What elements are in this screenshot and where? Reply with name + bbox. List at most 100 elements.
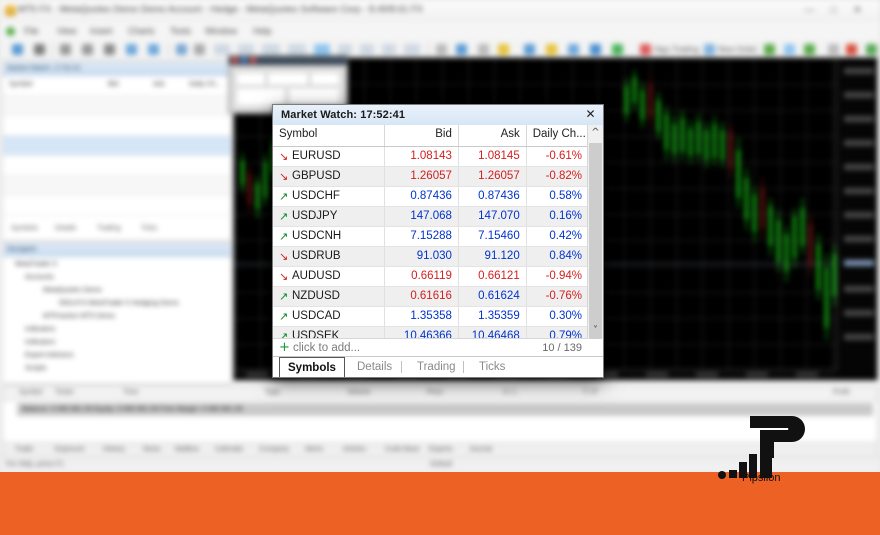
menu-item-insert[interactable]: Insert xyxy=(90,26,113,36)
toolbar-alerts-icon[interactable] xyxy=(846,44,857,55)
click-to-add-row[interactable]: + click to add... 10 / 139 xyxy=(273,338,588,357)
toolbar-new-order-label[interactable]: New Order xyxy=(718,45,757,54)
ghost-table-row[interactable] xyxy=(3,196,231,216)
terminal-tab-news[interactable]: News xyxy=(143,446,161,453)
navigator-item-metatrader5[interactable]: MetaTrader 5 xyxy=(15,261,57,268)
navigator-item-indicators-2[interactable]: Indicators xyxy=(25,339,55,346)
window-maximize-button[interactable]: □ xyxy=(827,4,840,17)
toolbar-crosshair-icon[interactable] xyxy=(478,44,489,55)
ghost-tab-ticks[interactable]: Ticks xyxy=(141,225,157,232)
terminal-tab-exposure[interactable]: Exposure xyxy=(55,446,85,453)
tab-ticks[interactable]: Ticks xyxy=(471,357,513,377)
terminal-tab-trade[interactable]: Trade xyxy=(15,446,33,453)
dialog-icon-blue[interactable] xyxy=(241,57,247,63)
terminal-tab-journal[interactable]: Journal xyxy=(469,446,492,453)
table-row[interactable]: ↗ NZDUSD 0.61616 0.61624 -0.76% xyxy=(273,287,588,307)
ghost-market-watch-panel[interactable]: Market Watch: 17:52:41 Symbol Bid Ask Da… xyxy=(2,61,232,241)
tab-trading[interactable]: Trading xyxy=(409,357,464,377)
window-minimize-button[interactable]: — xyxy=(803,4,816,17)
column-header-bid[interactable]: Bid xyxy=(385,125,459,146)
scrollbar-thumb[interactable] xyxy=(589,143,602,339)
toolbar-algo-trading-label[interactable]: Algo Trading xyxy=(654,45,699,54)
window-close-button[interactable]: ✕ xyxy=(851,4,864,17)
toolbar-period-d1[interactable] xyxy=(360,44,374,55)
navigator-item-mtpractice[interactable]: MTPractice MT5 Demo xyxy=(43,313,115,320)
toolbar-line-chart-icon[interactable] xyxy=(104,44,115,55)
column-header-change[interactable]: Daily Ch... xyxy=(527,125,588,146)
cell-symbol[interactable]: ↗ USDCHF xyxy=(273,187,386,206)
toolbar-cursor-icon[interactable] xyxy=(498,44,509,55)
cell-symbol[interactable]: ↘ EURUSD xyxy=(273,147,386,166)
cell-symbol[interactable]: ↘ USDRUB xyxy=(273,247,386,266)
table-row[interactable]: ↘ AUDUSD 0.66119 0.66121 -0.94% xyxy=(273,267,588,287)
toolbar-tester-icon[interactable] xyxy=(764,44,775,55)
toolbar-fibonacci-icon[interactable] xyxy=(590,44,601,55)
toolbar-zoom-out-icon[interactable] xyxy=(148,44,159,55)
table-row[interactable]: ↗ USDCAD 1.35358 1.35359 0.30% xyxy=(273,307,588,327)
close-icon[interactable]: ✕ xyxy=(583,107,598,122)
menu-item-view[interactable]: View xyxy=(57,26,76,36)
cell-symbol[interactable]: ↘ GBPUSD xyxy=(273,167,386,186)
navigator-panel[interactable]: Navigator MetaTrader 5 Accounts MetaQuot… xyxy=(2,242,232,384)
navigator-item-mqdemo[interactable]: MetaQuotes Demo xyxy=(43,287,102,294)
cell-symbol[interactable]: ↗ NZDUSD xyxy=(273,287,386,306)
tab-details[interactable]: Details xyxy=(349,357,400,377)
toolbar-period-m15[interactable] xyxy=(262,44,280,55)
dialog-icon-red-2[interactable] xyxy=(250,57,256,63)
ghost-table-row[interactable] xyxy=(3,116,231,136)
navigator-item-accounts[interactable]: Accounts xyxy=(25,274,54,281)
toolbar-mql5-icon[interactable] xyxy=(866,44,877,55)
menu-item-charts[interactable]: Charts xyxy=(128,26,155,36)
toolbar-period-m5[interactable] xyxy=(238,44,254,55)
toolbar-autoscroll-icon[interactable] xyxy=(176,44,187,55)
ghost-tab-details[interactable]: Details xyxy=(55,225,76,232)
table-row[interactable]: ↘ GBPUSD 1.26057 1.26057 -0.82% xyxy=(273,167,588,187)
ghost-tab-trading[interactable]: Trading xyxy=(97,225,120,232)
toolbar-period-mn[interactable] xyxy=(404,44,420,55)
toolbar-period-m30[interactable] xyxy=(288,44,306,55)
toolbar-templates-icon[interactable] xyxy=(436,44,447,55)
terminal-tab-calendar[interactable]: Calendar xyxy=(215,446,243,453)
terminal-tab-company[interactable]: Company xyxy=(259,446,289,453)
toolbar-chart-shift-icon[interactable] xyxy=(194,44,205,55)
toolbar-new-order-icon[interactable] xyxy=(704,44,715,55)
tab-symbols[interactable]: Symbols xyxy=(279,357,345,377)
toolbar-bar-chart-icon[interactable] xyxy=(60,44,71,55)
click-to-add-label[interactable]: click to add... xyxy=(293,339,360,357)
table-row[interactable]: ↘ USDRUB 91.030 91.120 0.84% xyxy=(273,247,588,267)
toolbar-period-m1[interactable] xyxy=(214,44,230,55)
navigator-item-experts[interactable]: Expert Advisors xyxy=(25,352,74,359)
ghost-table-row-selected[interactable] xyxy=(3,136,231,156)
terminal-tab-experts[interactable]: Experts xyxy=(429,446,453,453)
menu-item-tools[interactable]: Tools xyxy=(170,26,191,36)
vertical-scrollbar[interactable]: ^ ˅ xyxy=(587,125,603,339)
menu-item-file[interactable]: File xyxy=(24,26,39,36)
chevron-down-icon[interactable]: ˅ xyxy=(588,323,603,339)
toolbar-trendline-icon[interactable] xyxy=(524,44,535,55)
market-watch-window[interactable]: Market Watch: 17:52:41 ✕ Symbol Bid Ask … xyxy=(272,104,604,378)
toolbar-metaeditor-icon[interactable] xyxy=(804,44,815,55)
toolbar-profiles-icon[interactable] xyxy=(34,44,45,55)
cell-symbol[interactable]: ↗ USDJPY xyxy=(273,207,386,226)
menu-item-window[interactable]: Window xyxy=(205,26,237,36)
toolbar-algo-trading-icon[interactable] xyxy=(640,44,651,55)
navigator-item-scripts[interactable]: Scripts xyxy=(25,365,46,372)
toolbar-zoom-in-icon[interactable] xyxy=(126,44,137,55)
terminal-tab-mailbox[interactable]: Mailbox xyxy=(175,446,199,453)
cell-symbol[interactable]: ↗ USDCNH xyxy=(273,227,386,246)
terminal-tab-history[interactable]: History xyxy=(103,446,125,453)
table-row[interactable]: ↗ USDJPY 147.068 147.070 0.16% xyxy=(273,207,588,227)
toolbar-horizontal-line-icon[interactable] xyxy=(568,44,579,55)
table-row[interactable]: ↗ USDCNH 7.15288 7.15460 0.42% xyxy=(273,227,588,247)
dialog-icon-red[interactable] xyxy=(232,57,238,63)
terminal-tab-articles[interactable]: Articles xyxy=(343,446,366,453)
ghost-table-row[interactable] xyxy=(3,176,231,196)
toolbar-text-label-icon[interactable] xyxy=(546,44,557,55)
terminal-tab-codebase[interactable]: Code Base xyxy=(385,446,420,453)
chevron-up-icon[interactable]: ^ xyxy=(588,125,603,141)
new-chart-icon[interactable] xyxy=(6,27,15,36)
column-header-ask[interactable]: Ask xyxy=(459,125,527,146)
toolbar-candlestick-icon[interactable] xyxy=(82,44,93,55)
toolbar-new-chart-icon[interactable] xyxy=(12,44,23,55)
table-row[interactable]: ↘ EURUSD 1.08143 1.08145 -0.61% xyxy=(273,147,588,167)
